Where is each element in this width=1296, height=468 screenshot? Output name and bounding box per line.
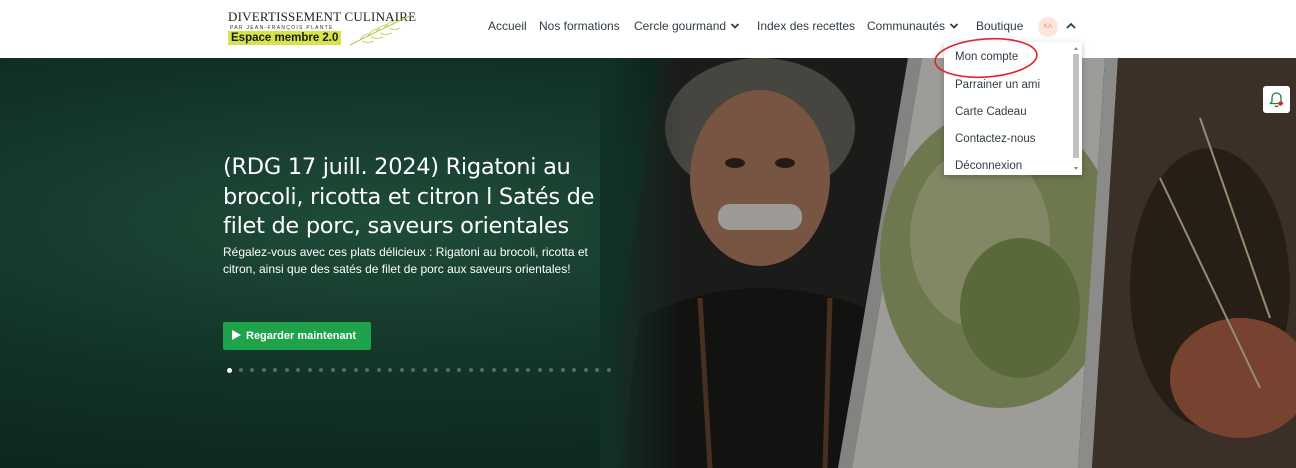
leaf-icon xyxy=(349,14,413,46)
carousel-dot[interactable] xyxy=(330,368,335,372)
user-avatar[interactable]: KA xyxy=(1038,17,1058,37)
chevron-down-icon xyxy=(949,23,959,29)
logo-badge: Espace membre 2.0 xyxy=(228,31,342,45)
nav-item-formations[interactable]: Nos formations xyxy=(539,19,620,33)
carousel-dot[interactable] xyxy=(514,368,519,372)
carousel-dot[interactable] xyxy=(491,368,496,372)
nav-item-cercle-gourmand[interactable]: Cercle gourmand xyxy=(634,19,740,33)
carousel-dot[interactable] xyxy=(296,368,300,372)
menu-item-carte-cadeau[interactable]: Carte Cadeau xyxy=(955,106,1027,118)
hero-text: (RDG 17 juill. 2024) Rigatoni au brocoli… xyxy=(223,153,623,278)
account-dropdown: Mon compte Parrainer un ami Carte Cadeau… xyxy=(944,42,1082,175)
carousel-dot[interactable] xyxy=(503,368,507,372)
carousel-dot[interactable] xyxy=(307,368,312,372)
carousel-dot[interactable] xyxy=(399,368,404,372)
scrollbar-thumb[interactable] xyxy=(1073,54,1079,158)
carousel-dot[interactable] xyxy=(583,368,588,372)
carousel-dot[interactable] xyxy=(353,368,358,372)
carousel-dot[interactable] xyxy=(388,368,392,372)
nav-item-index-recettes[interactable]: Index des recettes xyxy=(757,19,855,33)
carousel-dot[interactable] xyxy=(422,368,427,372)
bell-icon xyxy=(1269,92,1284,108)
carousel-dot[interactable] xyxy=(376,368,381,372)
carousel-dot[interactable] xyxy=(595,368,599,372)
menu-item-deconnexion[interactable]: Déconnexion xyxy=(955,160,1022,172)
watch-now-label: Regarder maintenant xyxy=(246,330,357,342)
carousel-dot[interactable] xyxy=(284,368,289,372)
carousel-dot[interactable] xyxy=(238,368,243,372)
watch-now-button[interactable]: Regarder maintenant xyxy=(223,322,371,350)
menu-item-parrainer[interactable]: Parrainer un ami xyxy=(955,79,1040,91)
carousel-dot[interactable] xyxy=(319,368,323,372)
carousel-dot[interactable] xyxy=(261,368,266,372)
carousel-dot[interactable] xyxy=(572,368,576,372)
carousel-dot[interactable] xyxy=(537,368,542,372)
site-header: DIVERTISSEMENT CULINAIRE PAR JEAN-FRANÇO… xyxy=(0,0,1296,58)
site-logo[interactable]: DIVERTISSEMENT CULINAIRE PAR JEAN-FRANÇO… xyxy=(228,9,416,47)
nav-item-boutique[interactable]: Boutique xyxy=(976,19,1023,33)
carousel-dot[interactable] xyxy=(411,368,415,372)
play-icon xyxy=(232,330,241,340)
menu-item-mon-compte[interactable]: Mon compte xyxy=(955,51,1018,63)
carousel-dot[interactable] xyxy=(560,368,565,372)
carousel-dot[interactable] xyxy=(468,368,473,372)
nav-item-label: Communautés xyxy=(867,19,946,33)
hero-title: (RDG 17 juill. 2024) Rigatoni au brocoli… xyxy=(223,154,595,239)
hero-description: Régalez-vous avec ces plats délicieux : … xyxy=(223,244,588,276)
chevron-down-icon xyxy=(730,23,740,29)
hero-banner: (RDG 17 juill. 2024) Rigatoni au brocoli… xyxy=(0,58,1296,468)
notification-button[interactable] xyxy=(1263,86,1290,113)
carousel-dot[interactable] xyxy=(250,368,254,372)
carousel-dot[interactable] xyxy=(457,368,461,372)
nav-item-accueil[interactable]: Accueil xyxy=(488,19,527,33)
chevron-up-icon[interactable] xyxy=(1065,20,1077,32)
nav-item-communautes[interactable]: Communautés xyxy=(867,19,959,33)
nav-item-label: Cercle gourmand xyxy=(634,19,727,33)
carousel-dot[interactable] xyxy=(273,368,277,372)
carousel-dot[interactable] xyxy=(342,368,346,372)
carousel-dot[interactable] xyxy=(549,368,553,372)
carousel-dot[interactable] xyxy=(526,368,530,372)
carousel-dot[interactable] xyxy=(434,368,438,372)
carousel-dot[interactable] xyxy=(445,368,450,372)
carousel-dot[interactable] xyxy=(606,368,611,372)
carousel-dot[interactable] xyxy=(480,368,484,372)
carousel-dot[interactable] xyxy=(227,367,232,373)
carousel-dot[interactable] xyxy=(365,368,369,372)
menu-item-contact[interactable]: Contactez-nous xyxy=(955,133,1036,145)
